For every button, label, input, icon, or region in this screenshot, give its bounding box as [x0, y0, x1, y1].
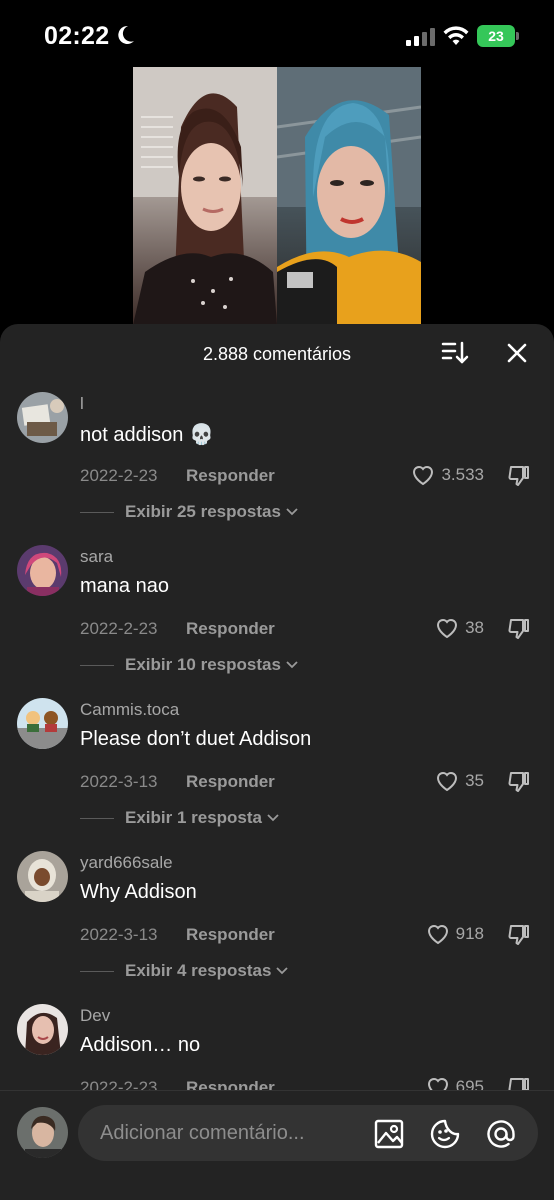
- comment-text: Addison… no: [80, 1034, 201, 1056]
- avatar[interactable]: [17, 1004, 68, 1055]
- comment-input-bar: [0, 1090, 554, 1200]
- comment-item: yard666sale Why Addison 2022-3-13 Respon…: [0, 845, 554, 998]
- chevron-down-icon: [276, 967, 289, 975]
- comments-count-title: 2.888 comentários: [202, 344, 352, 364]
- reply-button[interactable]: Responder: [186, 619, 275, 639]
- thumbs-down-icon[interactable]: [507, 923, 531, 947]
- battery-level: 23: [488, 28, 504, 44]
- comment-username[interactable]: sara: [80, 547, 113, 567]
- reply-button[interactable]: Responder: [186, 925, 275, 945]
- sheet-header: 2.888 comentários: [0, 324, 554, 382]
- sticker-icon[interactable]: [430, 1119, 460, 1149]
- chevron-down-icon: [286, 508, 298, 516]
- like-button[interactable]: 38: [435, 617, 484, 639]
- view-replies-label: Exibir 10 respostas: [125, 655, 281, 674]
- replies-divider: [80, 664, 114, 666]
- battery-tip: [516, 32, 519, 40]
- comment-username[interactable]: Dev: [80, 1006, 110, 1026]
- reply-button[interactable]: Responder: [186, 772, 275, 792]
- status-time: 02:22: [44, 22, 110, 50]
- like-button[interactable]: 695: [426, 1076, 484, 1090]
- heart-icon: [413, 466, 434, 486]
- moon-icon: [118, 25, 134, 44]
- view-replies-button[interactable]: Exibir 4 respostas: [80, 961, 289, 981]
- view-replies-button[interactable]: Exibir 25 respostas: [80, 502, 299, 522]
- comment-item: Dev Addison… no 2022-2-23 Responder 695: [0, 998, 554, 1090]
- comment-item: Cammis.toca Please don’t duet Addison 20…: [0, 692, 554, 845]
- like-count: 38: [465, 618, 484, 637]
- comment-text: mana nao: [80, 575, 169, 597]
- like-count: 918: [455, 924, 484, 943]
- comment-date: 2022-2-23: [80, 1078, 158, 1090]
- like-count: 695: [455, 1077, 484, 1090]
- comment-text: Please don’t duet Addison: [80, 728, 312, 750]
- comment-item: sara mana nao 2022-2-23 Responder 38 Exi…: [0, 539, 554, 692]
- video-preview[interactable]: [133, 67, 421, 325]
- replies-divider: [80, 511, 114, 513]
- comment-date: 2022-2-23: [80, 619, 158, 638]
- heart-icon: [427, 925, 448, 945]
- view-replies-label: Exibir 4 respostas: [125, 961, 272, 980]
- view-replies-button[interactable]: Exibir 10 respostas: [80, 655, 299, 675]
- comment-text: not addison 💀: [80, 424, 214, 446]
- at-mention-icon[interactable]: [486, 1119, 516, 1149]
- view-replies-label: Exibir 25 respostas: [125, 502, 281, 521]
- replies-divider: [80, 970, 114, 972]
- heart-icon: [437, 619, 458, 639]
- comment-input-pill: [78, 1105, 538, 1161]
- chevron-down-icon: [267, 814, 279, 822]
- heart-icon: [427, 1078, 448, 1090]
- view-replies-label: Exibir 1 resposta: [125, 808, 263, 827]
- self-avatar[interactable]: [17, 1107, 68, 1158]
- close-icon[interactable]: [506, 342, 528, 364]
- battery-indicator: 23: [477, 25, 515, 47]
- thumbs-down-icon[interactable]: [507, 1076, 531, 1090]
- like-count: 3.533: [441, 465, 484, 484]
- like-button[interactable]: 35: [435, 770, 484, 792]
- comment-text: Why Addison: [80, 881, 197, 903]
- avatar[interactable]: [17, 851, 68, 902]
- comment-date: 2022-2-23: [80, 466, 158, 485]
- thumbs-down-icon[interactable]: [507, 617, 531, 641]
- reply-button[interactable]: Responder: [186, 466, 275, 486]
- status-bar: 02:22 23: [0, 0, 554, 70]
- thumbs-down-icon[interactable]: [507, 770, 531, 794]
- comment-input[interactable]: [100, 1105, 360, 1161]
- video-right-frame: [277, 67, 421, 325]
- comment-username[interactable]: Cammis.toca: [80, 700, 179, 720]
- avatar[interactable]: [17, 545, 68, 596]
- avatar[interactable]: [17, 698, 68, 749]
- sort-icon[interactable]: [441, 340, 469, 366]
- like-count: 35: [465, 771, 484, 790]
- comments-list[interactable]: l not addison 💀 2022-2-23 Responder 3.53…: [0, 386, 554, 1090]
- avatar-image: [17, 698, 68, 749]
- thumbs-down-icon[interactable]: [507, 464, 531, 488]
- avatar[interactable]: [17, 392, 68, 443]
- video-left-frame: [133, 67, 277, 325]
- avatar-image: [17, 545, 68, 596]
- chevron-down-icon: [286, 661, 298, 669]
- view-replies-button[interactable]: Exibir 1 resposta: [80, 808, 280, 828]
- wifi-icon: [443, 26, 469, 45]
- cellular-signal-icon: [406, 28, 435, 46]
- heart-icon: [437, 772, 458, 792]
- comment-username[interactable]: l: [80, 394, 84, 414]
- comments-sheet: 2.888 comentários l not addison 💀 2022-2…: [0, 324, 554, 1200]
- person-right-illustration: [277, 67, 421, 325]
- comment-username[interactable]: yard666sale: [80, 853, 173, 873]
- reply-button[interactable]: Responder: [186, 1078, 275, 1090]
- image-icon[interactable]: [374, 1119, 404, 1149]
- avatar-image: [17, 392, 68, 443]
- person-left-illustration: [133, 67, 277, 325]
- self-avatar-image: [17, 1107, 68, 1158]
- comment-date: 2022-3-13: [80, 925, 158, 944]
- like-button[interactable]: 3.533: [411, 464, 484, 486]
- avatar-image: [17, 851, 68, 902]
- comment-item: l not addison 💀 2022-2-23 Responder 3.53…: [0, 386, 554, 539]
- comment-date: 2022-3-13: [80, 772, 158, 791]
- replies-divider: [80, 817, 114, 819]
- like-button[interactable]: 918: [426, 923, 484, 945]
- avatar-image: [17, 1004, 68, 1055]
